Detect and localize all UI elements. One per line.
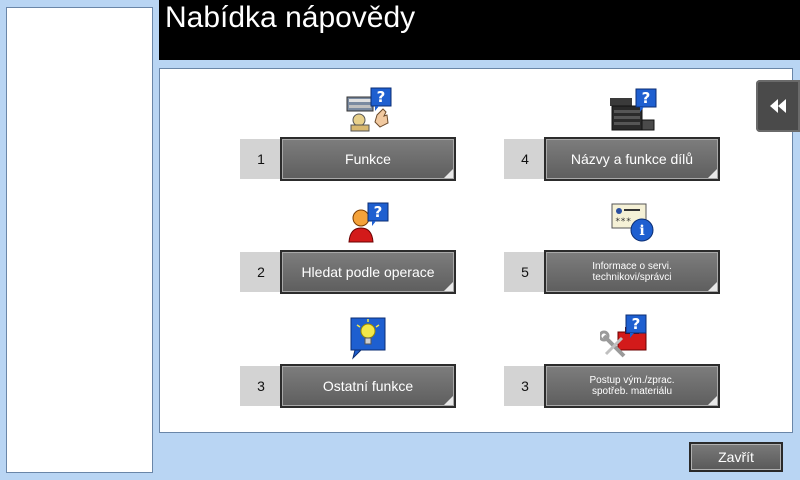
side-panel-toggle-button[interactable] xyxy=(756,80,800,132)
page-title: Nabídka nápovědy xyxy=(165,1,416,34)
lightbulb-icon xyxy=(349,316,389,360)
svg-text:***: *** xyxy=(615,217,631,227)
svg-text:?: ? xyxy=(374,203,383,221)
double-chevron-left-icon xyxy=(770,99,786,113)
search-by-operation-button[interactable]: Hledat podle operace xyxy=(280,250,456,294)
functions-button[interactable]: Funkce xyxy=(280,137,456,181)
corner-marker xyxy=(444,396,453,405)
svg-text:?: ? xyxy=(377,88,386,106)
close-button[interactable]: Zavřít xyxy=(689,442,783,472)
consumables-toolbox-icon: ? xyxy=(598,314,650,360)
part-names-button[interactable]: Názvy a funkce dílů xyxy=(544,137,720,181)
item-number: 3 xyxy=(240,366,282,406)
close-button-label: Zavřít xyxy=(718,449,754,465)
item-number: 2 xyxy=(240,252,282,292)
corner-marker xyxy=(444,282,453,291)
corner-marker xyxy=(708,282,717,291)
button-label: Názvy a funkce dílů xyxy=(570,151,694,167)
machine-parts-help-icon: ? xyxy=(608,88,658,134)
button-label-line1: Informace o servi. xyxy=(592,261,672,272)
other-functions-button[interactable]: Ostatní funkce xyxy=(280,364,456,408)
button-label: Ostatní funkce xyxy=(322,378,414,394)
corner-marker xyxy=(708,169,717,178)
svg-text:?: ? xyxy=(632,315,641,333)
svg-text:?: ? xyxy=(642,89,651,107)
item-number: 4 xyxy=(504,139,546,179)
item-number: 5 xyxy=(504,252,546,292)
button-label-line2: spotřeb. materiálu xyxy=(591,386,673,397)
item-number: 3 xyxy=(504,366,546,406)
search-by-operation-help-icon: ? xyxy=(345,202,391,248)
title-bar: Nabídka nápovědy xyxy=(159,0,800,60)
consumables-procedure-button[interactable]: Postup vým./zprac. spotřeb. materiálu xyxy=(544,364,720,408)
item-number: 1 xyxy=(240,139,282,179)
corner-marker xyxy=(708,396,717,405)
button-label-line2: technikovi/správci xyxy=(592,272,672,283)
button-label: Funkce xyxy=(345,151,391,167)
left-side-panel xyxy=(6,7,153,473)
admin-info-icon: *** i xyxy=(610,200,656,244)
corner-marker xyxy=(444,169,453,178)
button-label-line1: Postup vým./zprac. xyxy=(589,375,675,386)
svg-text:i: i xyxy=(639,223,644,239)
functions-help-icon: ? xyxy=(343,87,393,135)
button-label: Hledat podle operace xyxy=(301,264,435,280)
service-admin-info-button[interactable]: Informace o servi. technikovi/správci xyxy=(544,250,720,294)
